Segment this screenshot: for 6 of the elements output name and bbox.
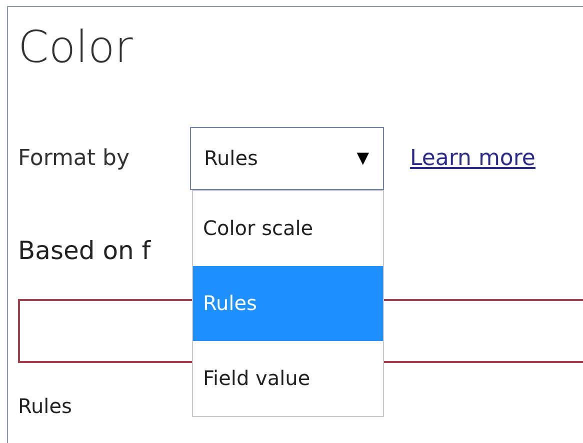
based-on-label: Based on f — [18, 235, 151, 267]
format-dropdown[interactable]: Rules ▼ — [190, 126, 384, 190]
rules-label: Rules — [18, 393, 72, 420]
panel-title: Color — [18, 21, 134, 75]
learn-more-link[interactable]: Learn more — [410, 142, 536, 174]
format-by-label: Format by — [18, 144, 131, 172]
